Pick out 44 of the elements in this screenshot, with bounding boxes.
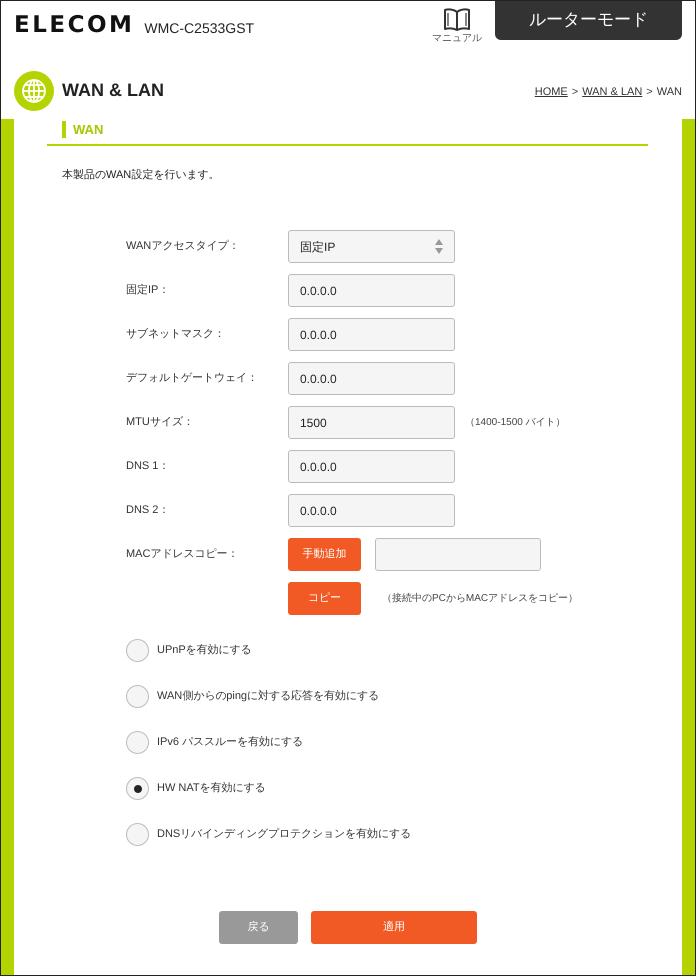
breadcrumb-link[interactable]: HOME — [534, 84, 568, 101]
text-field[interactable]: 0.0.0.0 — [288, 362, 455, 395]
text-field[interactable]: 0.0.0.0 — [288, 274, 455, 307]
radio-button[interactable] — [126, 639, 149, 662]
text-field[interactable]: 1500 — [288, 406, 455, 439]
breadcrumb-separator: > — [572, 85, 578, 100]
book-icon[interactable] — [444, 8, 470, 31]
field-label: MTUサイズ： — [126, 415, 195, 430]
section-title: WAN — [73, 121, 104, 138]
option-label: UPnPを有効にする — [157, 643, 252, 658]
field-label: 固定IP： — [126, 282, 170, 298]
text-field[interactable]: 0.0.0.0 — [288, 494, 455, 527]
globe-icon — [14, 70, 54, 110]
radio-button[interactable] — [126, 731, 149, 754]
field-label: MACアドレスコピー： — [126, 547, 240, 562]
breadcrumb-current: WAN — [656, 85, 682, 100]
field-label: DNS 1： — [126, 459, 170, 474]
brand-logo: ELECOM — [14, 12, 134, 38]
page-title: WAN & LAN — [62, 79, 164, 102]
text-field[interactable]: 0.0.0.0 — [288, 450, 455, 483]
manual-link[interactable]: マニュアル — [432, 32, 482, 46]
model-name: WMC-C2533GST — [144, 19, 254, 38]
option-label: DNSリバインディングプロテクションを有効にする — [157, 826, 412, 842]
field-label: サブネットマスク： — [126, 326, 226, 342]
option-label: HW NATを有効にする — [157, 781, 266, 796]
radio-button[interactable] — [126, 777, 149, 800]
updown-arrows-icon — [435, 239, 443, 254]
section-description: 本製品のWAN設定を行います。 — [62, 168, 220, 183]
heading-bar — [62, 121, 66, 138]
field-hint: （1400-1500 バイト） — [465, 416, 566, 430]
radio-button[interactable] — [126, 685, 149, 708]
field-label: DNS 2： — [126, 503, 170, 518]
breadcrumb-link[interactable]: WAN & LAN — [582, 84, 642, 101]
radio-button[interactable] — [126, 823, 149, 846]
router-mode-tab[interactable]: ルーターモード — [495, 1, 682, 40]
field-label: WANアクセスタイプ： — [126, 238, 240, 254]
field-hint: （接続中のPCからMACアドレスをコピー） — [382, 592, 578, 606]
field-label: デフォルトゲートウェイ： — [126, 371, 259, 386]
option-label: WAN側からのpingに対する応答を有効にする — [157, 688, 380, 704]
mac-address-field[interactable] — [375, 538, 541, 571]
breadcrumb-separator: > — [646, 85, 653, 100]
access-type-select[interactable]: 固定IP — [288, 230, 455, 263]
text-field[interactable]: 0.0.0.0 — [288, 318, 455, 351]
option-label: IPv6 パススルーを有効にする — [157, 735, 304, 750]
